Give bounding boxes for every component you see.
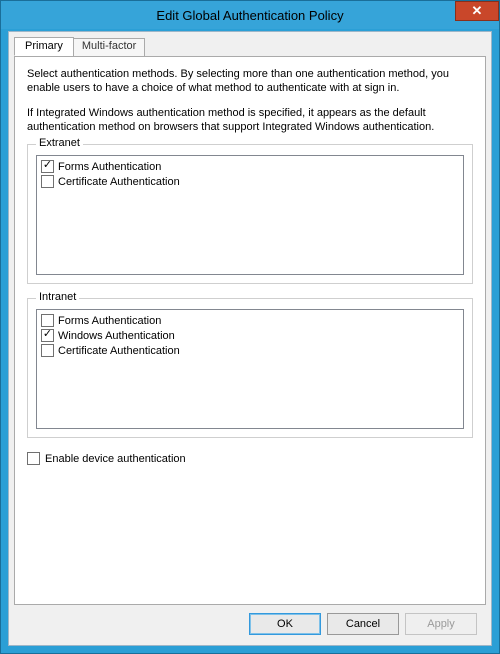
titlebar: Edit Global Authentication Policy ✕ bbox=[1, 1, 499, 29]
intranet-item-label: Certificate Authentication bbox=[58, 345, 180, 357]
intranet-item-windows[interactable]: Windows Authentication bbox=[41, 328, 459, 343]
checkbox-icon bbox=[41, 175, 54, 188]
intranet-item-certificate[interactable]: Certificate Authentication bbox=[41, 343, 459, 358]
extranet-item-label: Certificate Authentication bbox=[58, 176, 180, 188]
checkbox-icon bbox=[41, 314, 54, 327]
close-button[interactable]: ✕ bbox=[455, 1, 499, 21]
tab-primary-label: Primary bbox=[25, 40, 63, 52]
intranet-item-label: Windows Authentication bbox=[58, 330, 175, 342]
dialog-button-row: OK Cancel Apply bbox=[249, 613, 477, 635]
checkbox-icon bbox=[41, 329, 54, 342]
window-title: Edit Global Authentication Policy bbox=[156, 8, 343, 23]
extranet-legend: Extranet bbox=[36, 137, 83, 149]
checkbox-icon bbox=[41, 160, 54, 173]
apply-button-label: Apply bbox=[427, 618, 455, 630]
extranet-listbox[interactable]: Forms Authentication Certificate Authent… bbox=[36, 155, 464, 275]
intro-text-1: Select authentication methods. By select… bbox=[27, 67, 473, 96]
ok-button[interactable]: OK bbox=[249, 613, 321, 635]
cancel-button-label: Cancel bbox=[346, 618, 380, 630]
intranet-listbox[interactable]: Forms Authentication Windows Authenticat… bbox=[36, 309, 464, 429]
client-area: Primary Multi-factor Select authenticati… bbox=[8, 31, 492, 646]
apply-button: Apply bbox=[405, 613, 477, 635]
intranet-item-label: Forms Authentication bbox=[58, 315, 161, 327]
tab-primary[interactable]: Primary bbox=[14, 37, 74, 56]
intro-text-2: If Integrated Windows authentication met… bbox=[27, 106, 473, 135]
extranet-item-label: Forms Authentication bbox=[58, 161, 161, 173]
cancel-button[interactable]: Cancel bbox=[327, 613, 399, 635]
dialog-window: Edit Global Authentication Policy ✕ Prim… bbox=[0, 0, 500, 654]
enable-device-auth-label: Enable device authentication bbox=[45, 453, 186, 465]
tab-multifactor-label: Multi-factor bbox=[82, 40, 136, 52]
enable-device-auth-checkbox[interactable]: Enable device authentication bbox=[27, 452, 473, 465]
close-icon: ✕ bbox=[472, 3, 483, 19]
ok-button-label: OK bbox=[277, 618, 293, 630]
extranet-group: Extranet Forms Authentication Certificat… bbox=[27, 144, 473, 284]
tabs-strip: Primary Multi-factor bbox=[9, 36, 491, 55]
primary-panel: Select authentication methods. By select… bbox=[14, 56, 486, 605]
extranet-item-certificate[interactable]: Certificate Authentication bbox=[41, 174, 459, 189]
extranet-item-forms[interactable]: Forms Authentication bbox=[41, 159, 459, 174]
intranet-group: Intranet Forms Authentication Windows Au… bbox=[27, 298, 473, 438]
tab-multifactor[interactable]: Multi-factor bbox=[73, 38, 145, 57]
intranet-legend: Intranet bbox=[36, 291, 79, 303]
intranet-item-forms[interactable]: Forms Authentication bbox=[41, 313, 459, 328]
checkbox-icon bbox=[27, 452, 40, 465]
checkbox-icon bbox=[41, 344, 54, 357]
